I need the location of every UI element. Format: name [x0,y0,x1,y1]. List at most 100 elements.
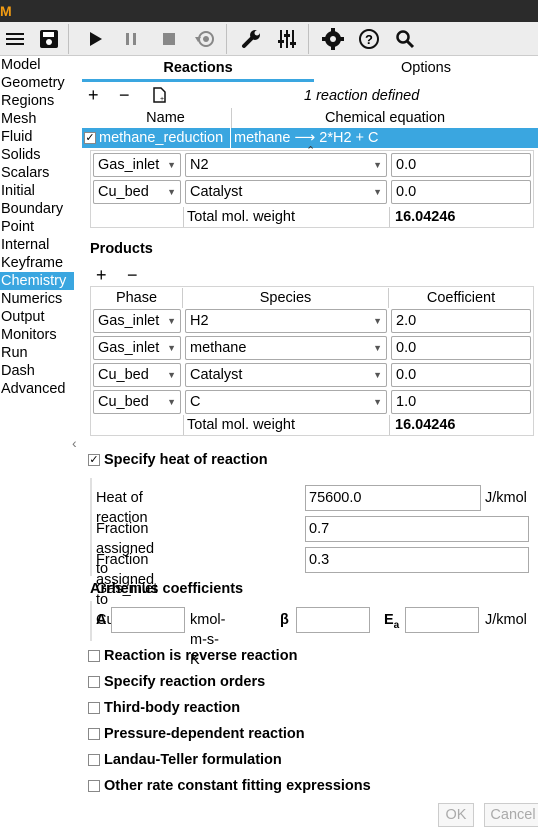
product-phase-select[interactable]: Gas_inlet ▼ [93,309,181,333]
reaction-enabled-checkbox[interactable]: ✓ [84,132,96,144]
product-coefficient-input-value: 0.0 [396,367,417,383]
sidebar-item-internal[interactable]: Internal [0,236,74,254]
product-species-select[interactable]: methane ▼ [185,336,387,360]
sidebar-item-run[interactable]: Run [0,344,74,362]
reactant-species-select-value: N2 [190,157,209,173]
reactant-phase-select[interactable]: Gas_inlet ▼ [93,153,181,177]
sidebar-item-dash[interactable]: Dash [0,362,74,380]
heat-of-reaction-input[interactable]: 75600.0 [305,485,481,511]
product-coefficient-input[interactable]: 2.0 [391,309,531,333]
reactant-species-select-value: Catalyst [190,184,243,200]
sidebar-item-regions[interactable]: Regions [0,92,74,110]
sidebar-item-numerics[interactable]: Numerics [0,290,74,308]
sidebar-item-advanced[interactable]: Advanced [0,380,74,398]
sidebar-item-scalars[interactable]: Scalars [0,164,74,182]
chevron-down-icon: ▼ [167,370,176,380]
col-header-name: Name [100,108,232,128]
ok-button[interactable]: OK [438,803,474,827]
reactant-phase-select-value: Gas_inlet [98,157,160,173]
frac-gas-input[interactable]: 0.7 [305,516,529,542]
product-species-select-value: C [190,394,201,410]
ea-input[interactable] [405,607,479,633]
specify-heat-checkbox[interactable]: ✓ [88,454,100,466]
sidebar-item-fluid[interactable]: Fluid [0,128,74,146]
stop-icon[interactable] [154,24,184,54]
tab-reactions[interactable]: Reactions [82,56,314,82]
search-icon[interactable] [390,24,420,54]
option-checkbox[interactable] [88,728,100,740]
product-coefficient-input[interactable]: 0.0 [391,336,531,360]
arrhenius-title: Arrhenius coefficients [90,581,244,597]
product-species-select[interactable]: C ▼ [185,390,387,414]
product-coefficient-input[interactable]: 1.0 [391,390,531,414]
beta-input[interactable] [296,607,370,633]
product-coefficient-input-value: 0.0 [396,340,417,356]
sidebar-item-boundary[interactable]: Boundary [0,200,74,218]
reactant-coefficient-input[interactable]: 0.0 [391,153,531,177]
product-species-select-value: methane [190,340,247,356]
tab-options[interactable]: Options [314,56,538,82]
product-coefficient-input-value: 2.0 [396,313,417,329]
reactant-species-select[interactable]: Catalyst ▼ [185,180,387,204]
reactant-phase-select-value: Cu_bed [98,184,149,200]
product-species-select-value: H2 [190,313,209,329]
product-phase-select-value: Cu_bed [98,367,149,383]
remove-reaction-icon[interactable]: − [119,86,130,104]
a-input[interactable] [111,607,185,633]
sidebar-item-initial[interactable]: Initial [0,182,74,200]
product-coefficient-input[interactable]: 0.0 [391,363,531,387]
product-phase-select[interactable]: Gas_inlet ▼ [93,336,181,360]
svg-text:+: + [160,96,164,103]
sidebar-item-solids[interactable]: Solids [0,146,74,164]
reactant-species-select[interactable]: N2 ▼ [185,153,387,177]
sidebar-item-chemistry[interactable]: Chemistry [0,272,74,290]
pause-icon[interactable] [116,24,146,54]
reactant-coefficient-input-value: 0.0 [396,157,417,173]
reactant-coefficient-input-value: 0.0 [396,184,417,200]
heat-panel: Heat of reaction 75600.0 J/kmol Fraction… [90,478,529,628]
chevron-down-icon: ▼ [373,187,382,197]
add-product-icon[interactable]: + [96,266,107,284]
sidebar-item-point[interactable]: Point [0,218,74,236]
sidebar-item-monitors[interactable]: Monitors [0,326,74,344]
product-species-select[interactable]: H2 ▼ [185,309,387,333]
sidebar-item-model[interactable]: Model [0,56,74,74]
option-checkbox[interactable] [88,780,100,792]
sidebar-item-keyframe[interactable]: Keyframe [0,254,74,272]
sidebar-item-mesh[interactable]: Mesh [0,110,74,128]
sliders-icon[interactable] [272,24,302,54]
sidebar-item-output[interactable]: Output [0,308,74,326]
option-checkbox[interactable] [88,650,100,662]
help-icon[interactable]: ? [354,24,384,54]
toolbar: ? [0,22,538,56]
app-logo: M [0,3,12,19]
add-reaction-icon[interactable]: + [88,86,99,104]
product-phase-select[interactable]: Cu_bed ▼ [93,363,181,387]
frac-cu-input[interactable]: 0.3 [305,547,529,573]
reactants-table: Gas_inlet ▼ N2 ▼ 0.0 Cu_bed ▼ Catalyst ▼ 0.0 Total… [90,150,534,228]
collapse-sidebar-icon[interactable]: ‹ [72,435,77,451]
gear-icon[interactable] [318,24,348,54]
reset-icon[interactable] [190,24,220,54]
wrench-icon[interactable] [236,24,266,54]
option-checkbox[interactable] [88,676,100,688]
product-phase-select[interactable]: Cu_bed ▼ [93,390,181,414]
run-icon[interactable] [80,24,110,54]
chevron-down-icon: ▼ [167,187,176,197]
cancel-button[interactable]: Cancel [484,803,538,827]
option-checkbox[interactable] [88,754,100,766]
option-label: Specify reaction orders [104,674,266,690]
product-species-select[interactable]: Catalyst ▼ [185,363,387,387]
col-header-species: Species [183,288,389,308]
beta-label: β [280,612,289,628]
specify-heat-label: Specify heat of reaction [104,452,268,468]
reactant-phase-select[interactable]: Cu_bed ▼ [93,180,181,204]
sidebar-item-geometry[interactable]: Geometry [0,74,74,92]
menu-icon[interactable] [0,24,30,54]
option-checkbox[interactable] [88,702,100,714]
reactant-coefficient-input[interactable]: 0.0 [391,180,531,204]
save-icon[interactable] [34,24,64,54]
sidebar-nav: Model Geometry Regions Mesh Fluid Solids Scala… [0,56,74,827]
remove-product-icon[interactable]: − [127,266,138,284]
copy-reaction-icon[interactable]: + [152,87,168,108]
